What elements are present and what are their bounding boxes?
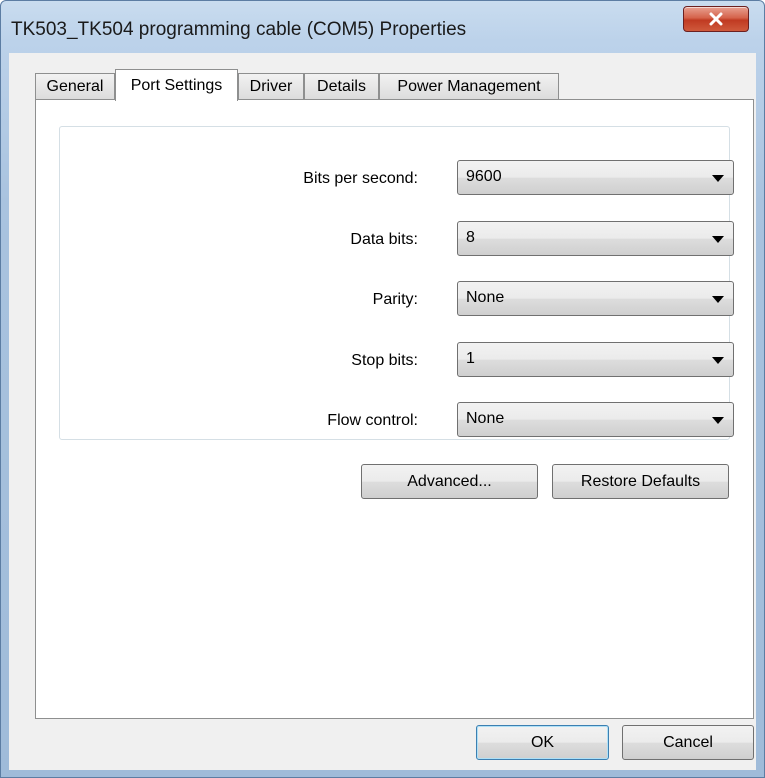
tab-details[interactable]: Details (304, 73, 379, 100)
dropdown-arrow-icon (712, 296, 724, 303)
tab-driver[interactable]: Driver (238, 73, 304, 100)
tab-general[interactable]: General (35, 73, 115, 100)
title-bar[interactable]: TK503_TK504 programming cable (COM5) Pro… (1, 1, 764, 53)
dropdown-arrow-icon (712, 236, 724, 243)
flow-control-label: Flow control: (327, 412, 418, 429)
dropdown-arrow-icon (712, 175, 724, 182)
flow-control-value: None (466, 410, 505, 427)
parity-select[interactable]: None (457, 281, 734, 316)
stop-bits-label: Stop bits: (351, 352, 418, 369)
close-button[interactable] (683, 6, 749, 32)
stop-bits-value: 1 (466, 350, 475, 367)
data-bits-value: 8 (466, 229, 475, 246)
restore-defaults-button[interactable]: Restore Defaults (552, 464, 729, 499)
parity-value: None (466, 289, 505, 306)
dropdown-arrow-icon (712, 357, 724, 364)
advanced-button[interactable]: Advanced... (361, 464, 538, 499)
dialog-client-area: General Port Settings Driver Details Pow… (9, 53, 756, 770)
dropdown-arrow-icon (712, 417, 724, 424)
cancel-button[interactable]: Cancel (622, 725, 754, 760)
stop-bits-select[interactable]: 1 (457, 342, 734, 377)
tab-power-management[interactable]: Power Management (379, 73, 559, 100)
bits-per-second-label: Bits per second: (303, 170, 418, 187)
port-settings-group: Bits per second: 9600 Data bits: 8 Parit… (59, 126, 734, 440)
data-bits-label: Data bits: (350, 231, 418, 248)
close-x-icon (684, 7, 748, 31)
window-title: TK503_TK504 programming cable (COM5) Pro… (11, 19, 467, 40)
parity-label: Parity: (372, 291, 418, 308)
data-bits-select[interactable]: 8 (457, 221, 734, 256)
ok-button[interactable]: OK (476, 725, 609, 760)
tab-port-settings[interactable]: Port Settings (115, 69, 238, 101)
bits-per-second-select[interactable]: 9600 (457, 160, 734, 195)
properties-window: TK503_TK504 programming cable (COM5) Pro… (0, 0, 765, 778)
bits-per-second-value: 9600 (466, 168, 502, 185)
flow-control-select[interactable]: None (457, 402, 734, 437)
port-settings-panel: Bits per second: 9600 Data bits: 8 Parit… (35, 99, 754, 719)
